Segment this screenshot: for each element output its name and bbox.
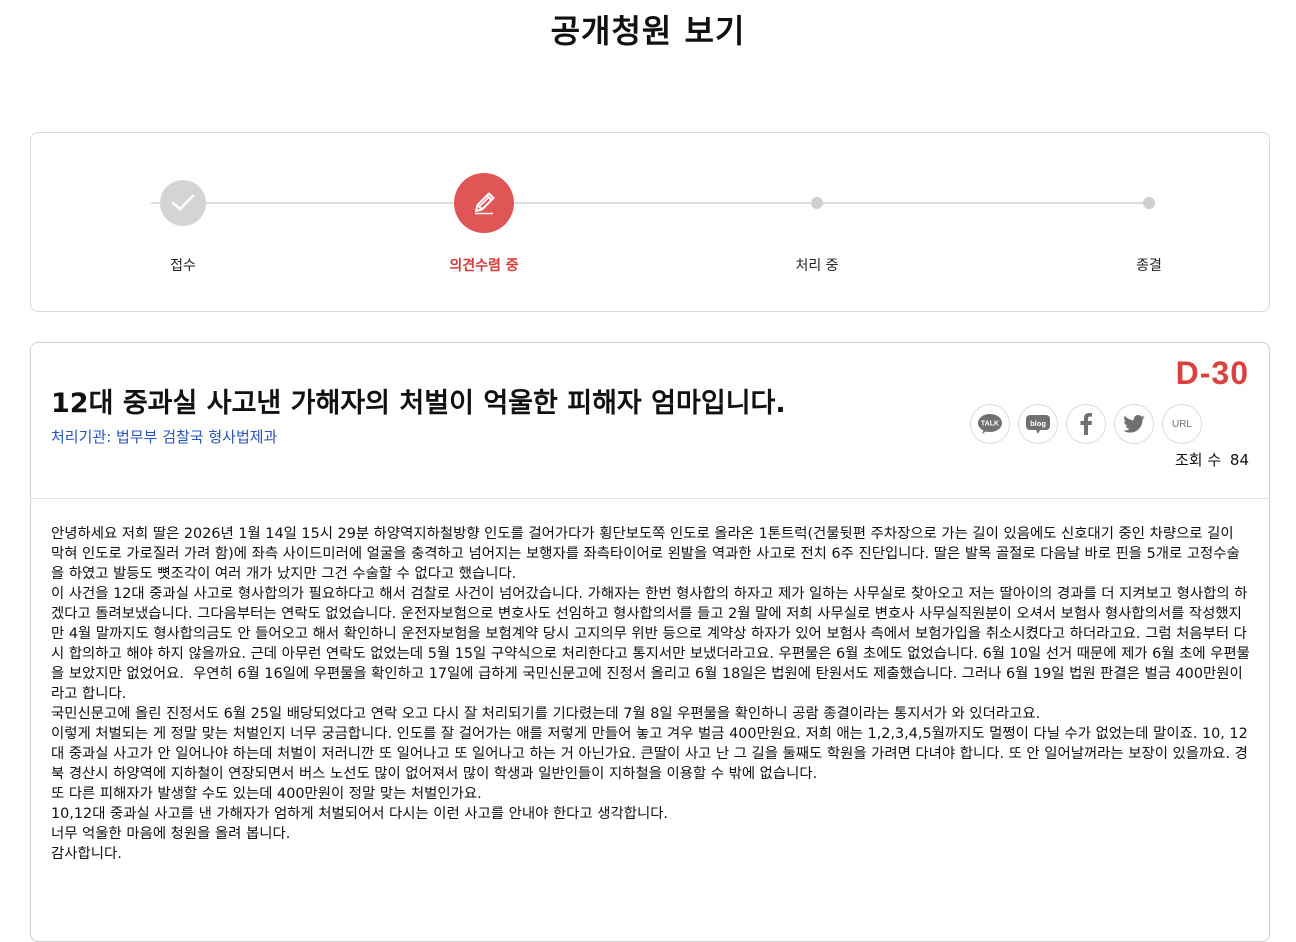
url-icon: URL: [1171, 418, 1192, 430]
svg-text:blog: blog: [1030, 419, 1046, 428]
step-label: 종결: [1136, 258, 1162, 274]
check-icon: [160, 180, 206, 226]
step-label: 의견수렴 중: [449, 258, 519, 274]
twitter-icon: [1123, 415, 1145, 433]
twitter-share-button[interactable]: [1114, 404, 1154, 444]
step-label: 처리 중: [795, 258, 839, 274]
facebook-share-button[interactable]: [1066, 404, 1106, 444]
step-label: 접수: [170, 258, 196, 274]
petition-content: 12대 중과실 사고낸 가해자의 처벌이 억울한 피해자 엄마입니다. 처리기관…: [30, 342, 1270, 942]
step-received: 접수: [103, 133, 263, 313]
step-closed: 종결: [1069, 133, 1229, 313]
kakaotalk-icon: TALK: [978, 414, 1002, 434]
pencil-icon: [454, 173, 514, 233]
view-count-value: 84: [1229, 451, 1249, 469]
divider: [31, 498, 1269, 499]
share-buttons: TALK blog URL: [970, 404, 1202, 444]
blog-icon: blog: [1026, 415, 1050, 434]
step-opinion-collection: 의견수렴 중: [404, 133, 564, 313]
view-count-label: 조회 수: [1174, 451, 1222, 469]
view-count: 조회 수 84: [1175, 449, 1249, 470]
processing-agency: 처리기관: 법무부 검찰국 형사법제과: [51, 428, 278, 446]
progress-tracker: 접수 의견수렴 중 처리 중 종결: [30, 132, 1270, 312]
blog-share-button[interactable]: blog: [1018, 404, 1058, 444]
kakaotalk-share-button[interactable]: TALK: [970, 404, 1010, 444]
dot-icon: [1143, 197, 1155, 209]
facebook-icon: [1080, 413, 1092, 435]
step-processing: 처리 중: [737, 133, 897, 313]
page-title: 공개청원 보기: [550, 12, 746, 50]
dday-badge: D-30: [1175, 355, 1249, 391]
svg-text:TALK: TALK: [981, 421, 999, 428]
url-copy-button[interactable]: URL: [1162, 404, 1202, 444]
petition-title: 12대 중과실 사고낸 가해자의 처벌이 억울한 피해자 엄마입니다.: [51, 388, 786, 419]
dot-icon: [811, 197, 823, 209]
petition-body: 안녕하세요 저희 딸은 2026년 1월 14일 15시 29분 하양역지하철방…: [51, 526, 1250, 862]
progress-track: [151, 202, 1149, 204]
